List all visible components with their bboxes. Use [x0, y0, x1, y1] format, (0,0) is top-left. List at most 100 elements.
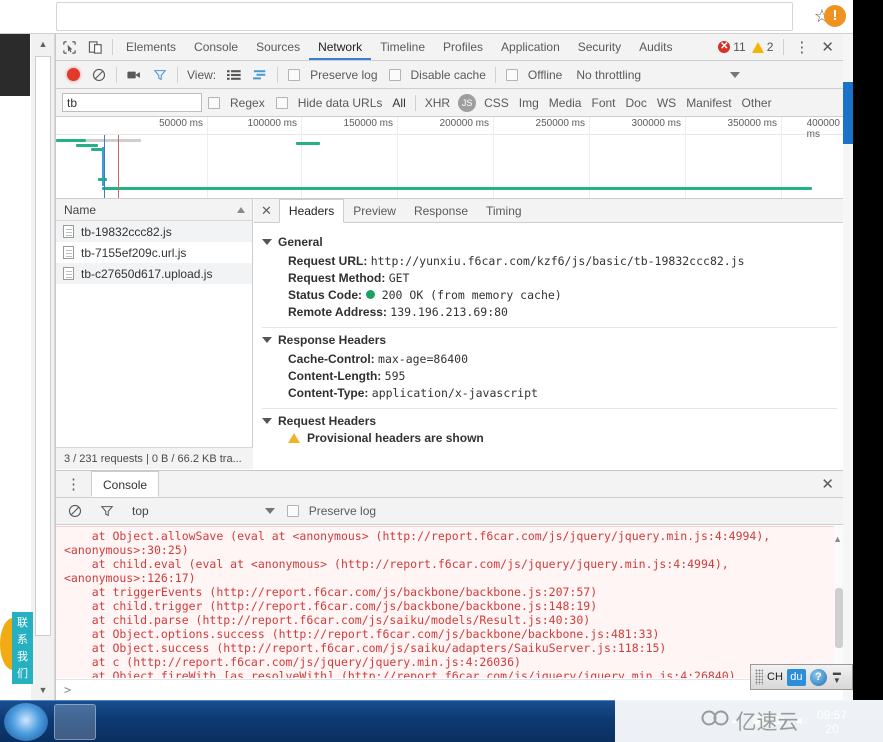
drawer-tab-console[interactable]: Console	[91, 471, 160, 497]
tab-profiles[interactable]: Profiles	[434, 34, 492, 60]
header-value[interactable]: http://yunxiu.f6car.com/kzf6/js/basic/tb…	[371, 254, 745, 268]
console-clear-button[interactable]	[62, 498, 88, 524]
provisional-headers-notice: Provisional headers are shown	[262, 431, 844, 445]
request-list-header[interactable]: Name	[56, 199, 252, 221]
header-row: Status Code: 200 OK (from memory cache)	[262, 286, 844, 303]
devtools-menu-icon[interactable]: ⋮	[788, 38, 815, 56]
drawer-menu-icon[interactable]: ⋮	[60, 475, 87, 493]
tab-security[interactable]: Security	[569, 34, 630, 60]
detail-tab-response[interactable]: Response	[405, 199, 477, 222]
ime-input-method-icon[interactable]: du	[786, 668, 806, 686]
request-name: tb-c27650d617.upload.js	[81, 266, 213, 281]
tab-console[interactable]: Console	[185, 34, 247, 60]
detail-tab-headers[interactable]: Headers	[278, 198, 345, 223]
disable-cache-box-icon	[388, 68, 401, 81]
filter-type-font[interactable]: Font	[586, 96, 620, 110]
detail-tab-timing[interactable]: Timing	[477, 199, 531, 222]
filter-type-js[interactable]: JS	[458, 93, 477, 112]
section-request-headers[interactable]: Request Headers	[262, 414, 844, 428]
chevron-down-icon[interactable]	[264, 508, 275, 514]
tab-application[interactable]: Application	[492, 34, 569, 60]
filter-type-img[interactable]: Img	[514, 96, 544, 110]
console-context-value[interactable]: top	[132, 504, 149, 518]
regex-label: Regex	[230, 95, 265, 110]
table-row[interactable]: tb-c27650d617.upload.js	[56, 263, 252, 284]
error-count-badge[interactable]: ✕ 11	[718, 40, 746, 54]
capture-screenshots-icon[interactable]	[121, 62, 147, 88]
network-status-bar: 3 / 231 requests | 0 B / 66.2 KB tra...	[56, 447, 253, 469]
page-scrollbar[interactable]: ▲ ▼	[31, 34, 55, 700]
table-row[interactable]: tb-19832ccc82.js	[56, 221, 252, 242]
contact-us-tab[interactable]: 联系我们	[12, 612, 33, 684]
disable-cache-checkbox[interactable]: Disable cache	[388, 68, 491, 82]
offline-checkbox[interactable]: Offline	[505, 68, 567, 82]
filter-input[interactable]	[62, 93, 202, 112]
watermark: 亿速云	[615, 700, 883, 742]
ime-expand-icon[interactable]: ▬ ▼	[833, 669, 841, 685]
regex-checkbox[interactable]: Regex	[208, 96, 270, 110]
tab-elements[interactable]: Elements	[117, 34, 185, 60]
throttling-select[interactable]: No throttling	[571, 68, 741, 82]
ime-language-label[interactable]: CH	[767, 671, 783, 683]
filter-type-doc[interactable]: Doc	[621, 96, 652, 110]
chevron-down-icon	[730, 71, 741, 78]
overview-bar	[98, 178, 107, 181]
devtools-right-scrollbar[interactable]	[843, 34, 853, 700]
console-input-prompt[interactable]: >	[56, 679, 844, 700]
taskbar-item-browser[interactable]	[54, 704, 96, 740]
filter-type-media[interactable]: Media	[544, 96, 587, 110]
overview-tick: 350000 ms	[727, 118, 777, 129]
filter-type-xhr[interactable]: XHR	[420, 96, 455, 110]
filter-icon[interactable]	[147, 62, 173, 88]
dom-content-loaded-line	[104, 135, 105, 198]
filter-type-all[interactable]: All	[387, 96, 410, 110]
filter-type-manifest[interactable]: Manifest	[681, 96, 736, 110]
section-response-headers[interactable]: Response Headers	[262, 333, 844, 347]
console-scrollbar-thumb[interactable]	[835, 588, 843, 648]
header-row: Content-Type: application/x-javascript	[262, 384, 844, 401]
preserve-log-checkbox[interactable]: Preserve log	[288, 68, 382, 82]
table-row[interactable]: tb-7155ef209c.url.js	[56, 242, 252, 263]
view-waterfall-icon[interactable]	[247, 62, 273, 88]
console-scroll-up-icon[interactable]: ▲	[833, 534, 842, 544]
detail-close-icon[interactable]: ✕	[258, 203, 279, 219]
clear-button[interactable]	[86, 62, 112, 88]
section-general[interactable]: General	[262, 235, 844, 249]
device-toolbar-icon[interactable]	[82, 34, 108, 60]
ime-help-icon[interactable]: ?	[809, 668, 827, 686]
console-filter-icon[interactable]	[94, 498, 120, 524]
ctrl-divider-3	[277, 66, 279, 83]
detail-tab-preview[interactable]: Preview	[344, 199, 405, 222]
record-button[interactable]	[60, 62, 86, 88]
view-list-icon[interactable]	[221, 62, 247, 88]
tab-network[interactable]: Network	[309, 34, 372, 60]
tab-sources[interactable]: Sources	[247, 34, 309, 60]
inspect-element-icon[interactable]	[56, 34, 82, 60]
ime-language-bar[interactable]: CH du ? ▬ ▼	[750, 664, 853, 690]
address-bar[interactable]	[56, 2, 793, 31]
filter-type-css[interactable]: CSS	[479, 96, 514, 110]
console-line: at child.eval (eval at <anonymous> (http…	[64, 557, 729, 571]
devtools-close-icon[interactable]: ✕	[815, 38, 840, 56]
tab-audits[interactable]: Audits	[630, 34, 681, 60]
hide-data-urls-checkbox[interactable]: Hide data URLs	[275, 96, 388, 110]
console-preserve-log-checkbox[interactable]: Preserve log	[286, 504, 381, 518]
tab-timeline[interactable]: Timeline	[371, 34, 434, 60]
section-divider	[262, 327, 837, 328]
page-dark-block	[0, 34, 30, 96]
overview-tick: 100000 ms	[247, 118, 297, 129]
scroll-up-arrow-icon[interactable]: ▲	[31, 35, 55, 53]
start-button[interactable]	[4, 703, 48, 741]
browser-alert-icon[interactable]: !	[824, 5, 846, 27]
header-row: Request URL: http://yunxiu.f6car.com/kzf…	[262, 252, 844, 269]
drawer-close-icon[interactable]: ✕	[821, 475, 844, 493]
ime-grip-icon[interactable]	[755, 669, 763, 685]
warning-count-badge[interactable]: 2	[751, 40, 773, 54]
network-overview-timeline[interactable]: 50000 ms 100000 ms 150000 ms 200000 ms 2…	[56, 117, 844, 199]
scroll-down-arrow-icon[interactable]: ▼	[31, 681, 55, 699]
record-dot-icon	[66, 68, 80, 81]
filter-type-ws[interactable]: WS	[652, 96, 681, 110]
scrollbar-thumb[interactable]	[35, 56, 51, 636]
console-line: at triggerEvents (http://report.f6car.co…	[64, 585, 598, 599]
filter-type-other[interactable]: Other	[737, 96, 777, 110]
